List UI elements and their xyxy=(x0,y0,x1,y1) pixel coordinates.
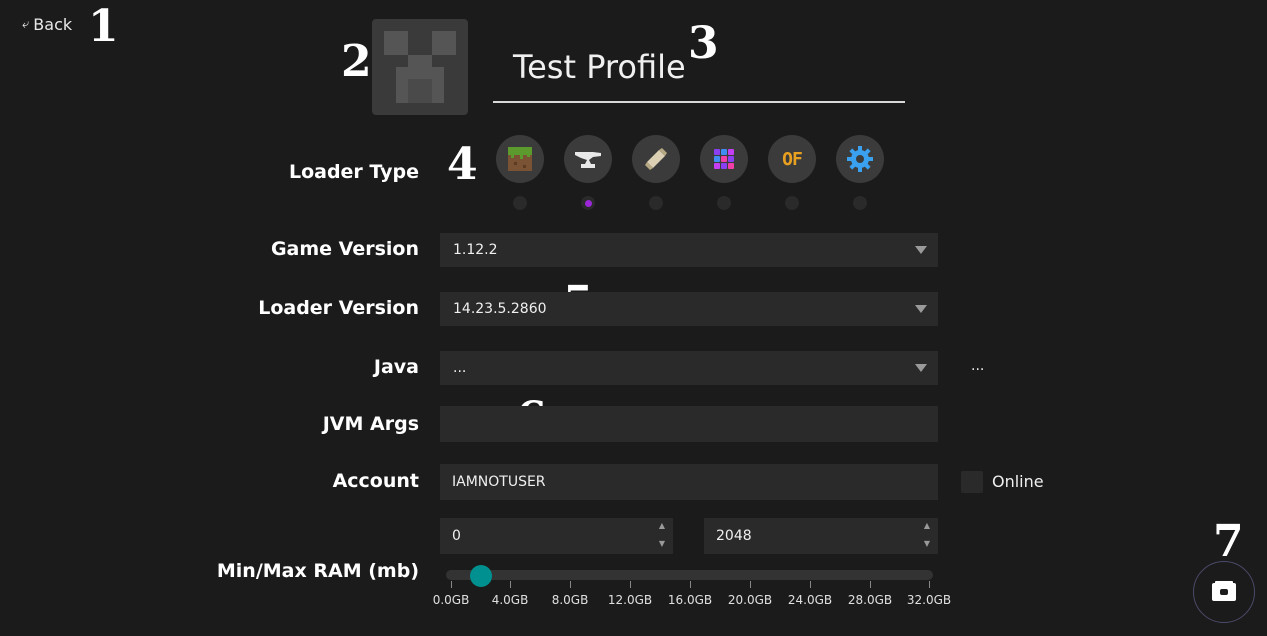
java-value: ... xyxy=(453,360,467,376)
online-checkbox[interactable] xyxy=(961,471,983,493)
java-browse-button[interactable]: ... xyxy=(971,358,984,374)
profile-name-input[interactable]: Test Profile xyxy=(493,42,905,103)
loader-dot-optifine xyxy=(785,196,799,210)
ram-max-value: 2048 xyxy=(716,528,752,544)
chevron-down-icon xyxy=(915,364,927,372)
loader-dot-forge-selected xyxy=(581,196,595,210)
slider-tick-label: 20.0GB xyxy=(727,593,773,607)
loader-type-label: Loader Type xyxy=(288,161,419,183)
annotation-4: 4 xyxy=(447,139,478,190)
avatar-mouth-left xyxy=(396,79,408,103)
custom-gear-icon xyxy=(847,146,873,172)
slider-tick-label: 16.0GB xyxy=(667,593,713,607)
slider-tick xyxy=(870,581,871,588)
slider-tick-label: 28.0GB xyxy=(847,593,893,607)
chevron-down-icon xyxy=(915,246,927,254)
forge-anvil-icon xyxy=(575,152,601,168)
loader-dot-quilt xyxy=(717,196,731,210)
spin-up-icon[interactable]: ▲ xyxy=(924,522,930,530)
spin-down-icon[interactable]: ▼ xyxy=(659,540,665,548)
loader-version-select[interactable]: 14.23.5.2860 xyxy=(440,292,938,326)
slider-tick-label: 32.0GB xyxy=(906,593,952,607)
annotation-1: 1 xyxy=(88,1,119,52)
ram-min-value: 0 xyxy=(452,528,461,544)
slider-tick xyxy=(570,581,571,588)
jvm-args-label: JVM Args xyxy=(322,413,419,435)
annotation-7: 7 xyxy=(1213,516,1244,567)
avatar-mouth-top xyxy=(396,67,444,79)
slider-tick-label: 24.0GB xyxy=(787,593,833,607)
slider-tick xyxy=(630,581,631,588)
ram-max-input[interactable]: 2048 ▲ ▼ xyxy=(704,518,938,554)
save-profile-button[interactable] xyxy=(1193,561,1255,623)
ram-slider-track[interactable] xyxy=(446,570,933,580)
loader-version-value: 14.23.5.2860 xyxy=(453,301,547,317)
loader-custom-button[interactable] xyxy=(836,135,884,183)
annotation-2: 2 xyxy=(341,36,372,87)
ram-slider-thumb[interactable] xyxy=(470,565,492,587)
fabric-scroll-icon xyxy=(645,148,667,170)
slider-tick xyxy=(690,581,691,588)
loader-fabric-button[interactable] xyxy=(632,135,680,183)
save-icon xyxy=(1212,581,1236,601)
selected-indicator xyxy=(584,199,592,207)
loader-optifine-button[interactable]: OF xyxy=(768,135,816,183)
slider-tick xyxy=(929,581,930,588)
loader-quilt-button[interactable] xyxy=(700,135,748,183)
slider-tick xyxy=(810,581,811,588)
avatar-eye-left xyxy=(384,31,408,55)
optifine-icon: OF xyxy=(782,148,803,170)
avatar-mouth-right xyxy=(432,79,444,103)
game-version-select[interactable]: 1.12.2 xyxy=(440,233,938,267)
back-button[interactable]: ⤶ Back xyxy=(22,15,72,34)
loader-dot-fabric xyxy=(649,196,663,210)
loader-vanilla-button[interactable] xyxy=(496,135,544,183)
slider-tick-label: 12.0GB xyxy=(607,593,653,607)
account-input[interactable]: IAMNOTUSER xyxy=(440,464,938,500)
vanilla-grass-icon xyxy=(508,147,532,171)
loader-forge-button[interactable] xyxy=(564,135,612,183)
java-label: Java xyxy=(373,356,419,378)
slider-tick-label: 0.0GB xyxy=(432,593,470,607)
loader-dot-custom xyxy=(853,196,867,210)
slider-tick xyxy=(750,581,751,588)
jvm-args-input[interactable] xyxy=(440,406,938,442)
ram-max-spinner[interactable]: ▲ ▼ xyxy=(922,522,932,548)
slider-tick xyxy=(510,581,511,588)
avatar-eye-right xyxy=(432,31,456,55)
avatar-mouth-center xyxy=(408,79,432,103)
chevron-down-icon xyxy=(915,305,927,313)
slider-tick-label: 4.0GB xyxy=(491,593,529,607)
online-label: Online xyxy=(992,472,1044,491)
quilt-patchwork-icon xyxy=(714,149,734,169)
loader-dot-vanilla xyxy=(513,196,527,210)
loader-version-label: Loader Version xyxy=(258,297,419,319)
slider-tick xyxy=(451,581,452,588)
back-label: Back xyxy=(33,15,73,34)
back-arrow-icon: ⤶ xyxy=(22,17,30,32)
spin-down-icon[interactable]: ▼ xyxy=(924,540,930,548)
java-select[interactable]: ... xyxy=(440,351,938,385)
game-version-label: Game Version xyxy=(270,238,419,260)
game-version-value: 1.12.2 xyxy=(453,242,498,258)
ram-min-spinner[interactable]: ▲ ▼ xyxy=(657,522,667,548)
spin-up-icon[interactable]: ▲ xyxy=(659,522,665,530)
account-label: Account xyxy=(332,470,419,492)
profile-avatar[interactable] xyxy=(372,19,468,115)
slider-tick-label: 8.0GB xyxy=(551,593,589,607)
avatar-nose xyxy=(408,55,432,67)
ram-min-input[interactable]: 0 ▲ ▼ xyxy=(440,518,673,554)
ram-label: Min/Max RAM (mb) xyxy=(216,560,419,582)
